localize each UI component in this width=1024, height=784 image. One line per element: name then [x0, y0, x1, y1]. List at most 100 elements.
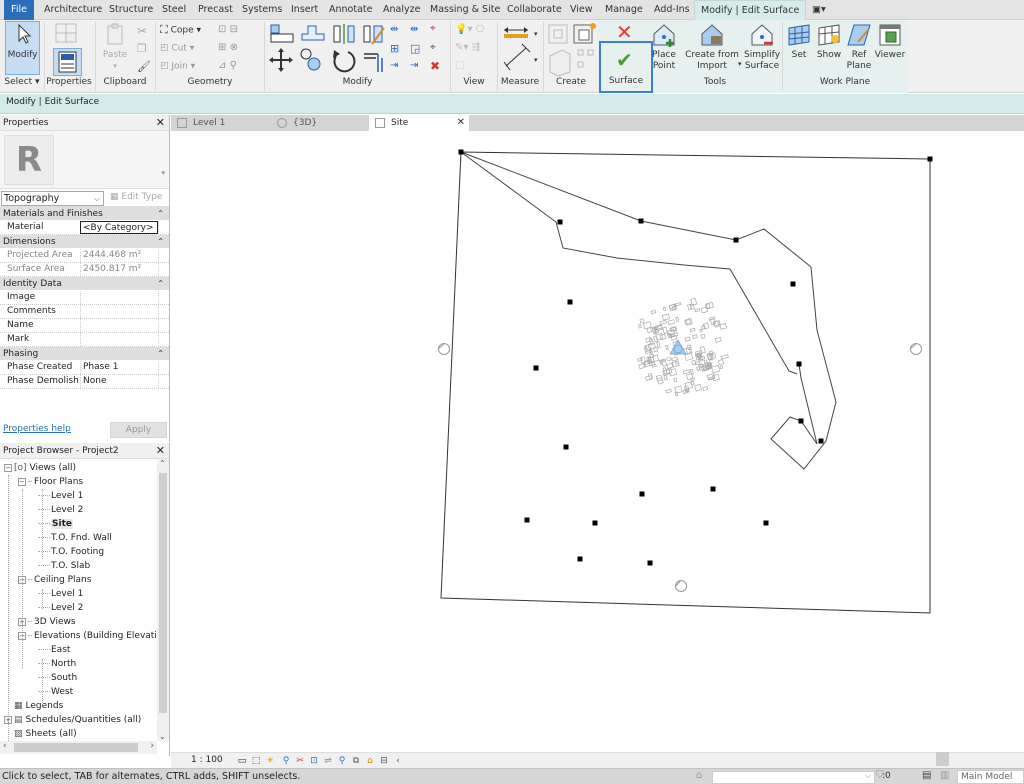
unpin-icon[interactable]: ⌖ — [430, 23, 436, 34]
browser-item-level-1[interactable]: Level 1 — [38, 587, 83, 601]
linework-icon[interactable]: ⬚ — [455, 60, 464, 71]
viewer-button[interactable]: Viewer — [874, 22, 906, 61]
cut-geometry-button[interactable]: ◰ Cut ▾ — [160, 40, 194, 56]
browser-item-west[interactable]: West — [38, 685, 73, 699]
material-value-field[interactable]: <By Category> — [80, 221, 158, 234]
topo-point[interactable] — [790, 281, 796, 287]
scrollbar-thumb[interactable] — [14, 743, 138, 752]
cancel-edit-surface-button[interactable]: ✕ — [616, 22, 633, 42]
scroll-up-icon[interactable]: ⌃ — [159, 459, 166, 468]
browser-item-schedules-quantities-all[interactable]: + ▤ Schedules/Quantities (all) — [4, 713, 141, 727]
browser-item-t-o-slab[interactable]: T.O. Slab — [38, 559, 90, 573]
property-row-mark[interactable]: Mark — [0, 333, 169, 347]
topo-point[interactable] — [567, 299, 573, 305]
group-materials-and-finishes[interactable]: Materials and Finishes ⌃ — [0, 207, 169, 221]
pin-icon[interactable]: ⌖ — [430, 42, 436, 53]
cut-scissors-icon[interactable]: ✂ — [137, 24, 147, 38]
browser-item-level-2[interactable]: Level 2 — [38, 503, 83, 517]
topo-point[interactable] — [798, 418, 804, 424]
ref-plane-button[interactable]: Ref Plane — [845, 22, 873, 72]
drawing-canvas[interactable] — [171, 131, 1024, 752]
geometry-tools-row3[interactable]: ⊿ ⚲ — [218, 58, 237, 74]
browser-item-t-o-footing[interactable]: T.O. Footing — [38, 545, 104, 559]
detail-level-icon[interactable]: ▭ — [237, 756, 247, 766]
split-gap-icon[interactable]: ⇹ — [410, 24, 418, 35]
tab-collaborate[interactable]: Collaborate — [501, 0, 568, 20]
tab-add-ins[interactable]: Add-Ins — [648, 0, 696, 20]
modify-tools-group[interactable] — [268, 22, 398, 78]
horizontal-scrollbar[interactable]: ‹ › — [0, 741, 157, 754]
property-row-name[interactable]: Name — [0, 319, 169, 333]
view-tab-3d[interactable]: {3D} — [271, 115, 367, 131]
type-filter-dropdown[interactable]: Topography ⌵ — [1, 191, 104, 206]
topo-point[interactable] — [577, 556, 583, 562]
group-phasing[interactable]: Phasing ⌃ — [0, 347, 169, 361]
vertical-scrollbar[interactable]: ⌃ ⌄ — [157, 459, 169, 741]
close-icon[interactable]: ✕ — [156, 115, 165, 131]
cope-button[interactable]: ⛶ Cope ▾ — [160, 22, 201, 38]
scroll-left-icon[interactable]: ‹ — [3, 741, 7, 751]
topo-point[interactable] — [818, 438, 824, 444]
tab-precast[interactable]: Precast — [192, 0, 239, 20]
tab-steel[interactable]: Steel — [156, 0, 192, 20]
topo-point[interactable] — [638, 218, 644, 224]
elevation-marker-south[interactable] — [675, 579, 687, 592]
property-row-material[interactable]: Material <By Category> — [0, 221, 169, 235]
topo-point[interactable] — [733, 237, 739, 243]
browser-item-north[interactable]: North — [38, 657, 76, 671]
topo-point[interactable] — [647, 560, 653, 566]
type-properties-icon[interactable] — [52, 22, 80, 46]
browser-item-3d-views[interactable]: +3D Views — [18, 615, 76, 629]
worksets-icon[interactable]: ⌂ — [696, 770, 702, 781]
properties-button[interactable] — [53, 48, 82, 76]
property-row-phase-demolished[interactable]: Phase Demolish... None — [0, 375, 169, 389]
create-from-import-dropdown[interactable]: ▾ — [738, 60, 742, 68]
scale-icon[interactable]: ◲ — [410, 42, 420, 55]
expand-controls-icon[interactable]: ‹ — [393, 756, 403, 766]
topo-point[interactable] — [710, 486, 716, 492]
scroll-right-icon[interactable]: › — [150, 741, 154, 751]
set-work-plane-button[interactable]: Set — [786, 22, 812, 61]
collapse-icon[interactable]: − — [4, 463, 12, 472]
unlock-3d-view-icon[interactable]: ⇌ — [323, 756, 333, 766]
trim-single-icon[interactable]: ⇥ — [390, 60, 398, 71]
join-button[interactable]: ◰ Join ▾ — [160, 58, 195, 74]
modify-button[interactable]: Modify — [5, 21, 40, 75]
topo-point[interactable] — [524, 517, 530, 523]
geometry-tools-row2[interactable]: ⊞ ⊗ — [218, 40, 238, 56]
temporary-hide-icon[interactable]: ⚲ — [337, 756, 347, 766]
browser-item-t-o-fnd-wall[interactable]: T.O. Fnd. Wall — [38, 531, 112, 545]
topo-point[interactable] — [639, 491, 645, 497]
tab-modify-edit-surface[interactable]: Modify | Edit Surface — [694, 0, 807, 20]
view-scale[interactable]: 1 : 100 — [191, 755, 223, 765]
apply-button[interactable]: Apply — [110, 422, 167, 438]
topo-point[interactable] — [927, 156, 933, 162]
show-crop-region-icon[interactable]: ⊡ — [309, 756, 319, 766]
design-model-field[interactable]: Main Model — [957, 770, 1024, 784]
collapse-icon[interactable]: − — [18, 477, 26, 486]
toposurface-boundary[interactable] — [440, 151, 931, 614]
show-work-plane-button[interactable]: Show — [815, 22, 843, 61]
select-panel-label[interactable]: Select ▾ — [0, 77, 44, 90]
tab-annotate[interactable]: Annotate — [323, 0, 378, 20]
tab-systems[interactable]: Systems — [236, 0, 288, 20]
imported-city-drawing[interactable] — [630, 293, 730, 397]
properties-help-link[interactable]: Properties help — [3, 424, 71, 434]
browser-item-level-1[interactable]: Level 1 — [38, 489, 83, 503]
edit-type-button[interactable]: ▦ Edit Type — [110, 192, 162, 202]
create-tools[interactable] — [546, 22, 598, 76]
trim-multiple-icon[interactable]: ⇥ — [410, 60, 418, 71]
crop-view-icon[interactable]: ✂ — [295, 756, 305, 766]
editable-only-icon[interactable]: ▥ — [940, 770, 949, 781]
property-row-comments[interactable]: Comments — [0, 305, 169, 319]
tab-insert[interactable]: Insert — [285, 0, 324, 20]
close-icon[interactable]: ✕ — [156, 443, 165, 459]
place-point-button[interactable]: Place Point — [650, 22, 678, 72]
browser-item-floor-plans[interactable]: − Floor Plans — [18, 475, 83, 489]
delete-icon[interactable]: ✖ — [430, 59, 440, 73]
scrollbar-thumb[interactable] — [159, 473, 167, 713]
browser-item-views-all[interactable]: − [o] Views (all) — [4, 461, 76, 475]
sun-path-icon[interactable]: ☀ — [265, 756, 275, 766]
visual-style-icon[interactable]: ⬚ — [251, 756, 261, 766]
elevation-marker-west[interactable] — [437, 343, 450, 355]
